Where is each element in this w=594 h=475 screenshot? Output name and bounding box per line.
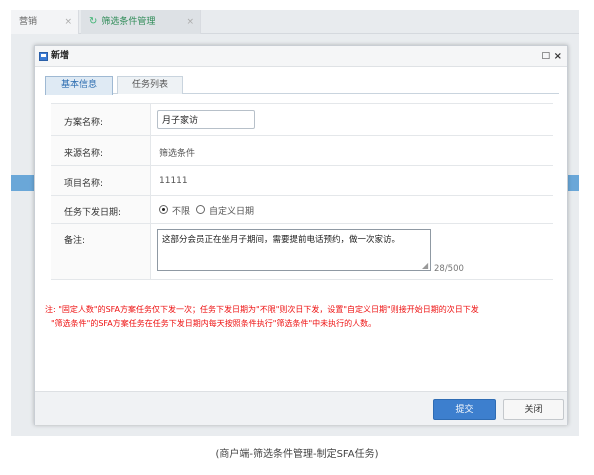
form-row-project-name: 项目名称: 11111	[51, 166, 553, 196]
scheme-name-label: 方案名称:	[64, 118, 104, 128]
tab-basic-info[interactable]: 基本信息	[45, 76, 113, 95]
char-counter: 28/500	[434, 264, 464, 274]
close-icon[interactable]: ×	[186, 10, 194, 34]
close-icon[interactable]: ×	[554, 46, 562, 67]
radio-custom-date-label[interactable]: 自定义日期	[209, 204, 254, 217]
app-tab-label: 筛选条件管理	[101, 17, 156, 27]
form-row-source-name: 来源名称: 筛选条件	[51, 136, 553, 166]
scheme-form: 方案名称: 来源名称: 筛选条件 项目名称: 11111 任务下发日期: 不限 …	[51, 103, 553, 280]
form-note: 注: "固定人数"的SFA方案任务仅下发一次；任务下发日期为"不限"则次日下发，…	[45, 303, 559, 331]
dialog-tabs: 基本信息 任务列表	[45, 76, 559, 95]
resize-grip-icon[interactable]: ◢	[422, 262, 430, 270]
note-line-2: "筛选条件"的SFA方案任务在任务下发日期内每天按照条件执行"筛选条件"中未执行…	[51, 319, 377, 328]
app-tab-bar: 营销 × ↻ 筛选条件管理 ×	[11, 10, 579, 34]
background-table-header	[567, 175, 579, 191]
remark-label: 备注:	[64, 236, 86, 246]
close-icon[interactable]: ×	[64, 10, 72, 34]
scheme-name-input[interactable]	[157, 110, 255, 129]
form-row-issue-date: 任务下发日期: 不限 自定义日期	[51, 196, 553, 224]
project-name-label: 项目名称:	[64, 179, 104, 189]
app-screenshot: 营销 × ↻ 筛选条件管理 × 新增 □ × 基本信息 任务列表 方案名称: 月…	[11, 10, 579, 436]
figure-caption: (商户端-筛选条件管理-制定SFA任务)	[215, 449, 379, 460]
maximize-icon[interactable]: □	[541, 46, 550, 67]
app-tab-filter-management[interactable]: ↻ 筛选条件管理 ×	[81, 10, 201, 34]
refresh-icon[interactable]: ↻	[89, 16, 97, 27]
close-button[interactable]: 关闭	[503, 399, 564, 420]
new-dialog: 新增 □ × 基本信息 任务列表 方案名称: 来源名称: 筛选条件 项目名称:	[34, 45, 568, 425]
form-row-scheme-name: 方案名称:	[51, 104, 553, 136]
dialog-title: 新增	[51, 51, 70, 61]
save-icon	[39, 52, 48, 61]
note-line-1: 注: "固定人数"的SFA方案任务仅下发一次；任务下发日期为"不限"则次日下发，…	[45, 305, 479, 314]
project-name-value: 11111	[159, 176, 188, 186]
submit-button[interactable]: 提交	[433, 399, 496, 420]
remark-textarea[interactable]: 这部分会员正在坐月子期间，需要提前电话预约，做一次家访。	[157, 229, 431, 271]
tab-task-list[interactable]: 任务列表	[117, 76, 183, 94]
dialog-header: 新增 □ ×	[35, 46, 567, 67]
radio-unlimited[interactable]	[159, 205, 168, 214]
app-tab-label: 营销	[19, 17, 38, 27]
source-name-label: 来源名称:	[64, 149, 104, 159]
background-table-header	[11, 175, 35, 191]
radio-custom-date[interactable]	[196, 205, 205, 214]
issue-date-label: 任务下发日期:	[64, 208, 122, 218]
form-row-remark: 备注: 这部分会员正在坐月子期间，需要提前电话预约，做一次家访。 ◢ 28/50…	[51, 224, 553, 280]
radio-unlimited-label[interactable]: 不限	[172, 204, 190, 217]
dialog-footer: 提交 关闭	[35, 391, 567, 425]
dialog-content: 基本信息 任务列表 方案名称: 来源名称: 筛选条件 项目名称: 11111 任…	[35, 67, 567, 391]
source-name-value: 筛选条件	[159, 149, 196, 159]
app-tab-marketing[interactable]: 营销 ×	[11, 10, 79, 34]
